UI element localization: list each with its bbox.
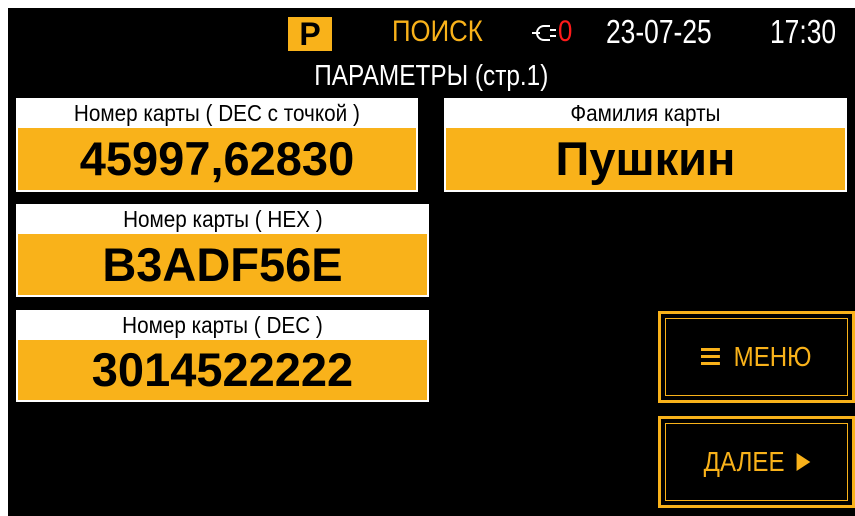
mode-badge: P <box>288 17 332 51</box>
card-surname-value-text: Пушкин <box>555 132 736 185</box>
next-button-content: ДАЛЕЕ <box>703 446 810 478</box>
card-number-hex-field: Номер карты ( HEX ) B3ADF56E <box>16 204 429 297</box>
card-number-dec-dot-value-text: 45997,62830 <box>79 132 355 185</box>
card-number-dec-value-text: 3014522222 <box>91 343 354 396</box>
menu-button-label: МЕНЮ <box>733 341 812 372</box>
card-number-dec-label-text: Номер карты ( DEC ) <box>122 312 323 338</box>
hamburger-icon <box>701 347 721 367</box>
card-number-dec-label: Номер карты ( DEC ) <box>18 312 427 338</box>
card-number-dec-field: Номер карты ( DEC ) 3014522222 <box>16 310 429 402</box>
time-display: 17:30 <box>770 13 837 50</box>
card-number-hex-label: Номер карты ( HEX ) <box>18 206 427 232</box>
usb-count: 0 <box>558 15 573 48</box>
usb-icon <box>532 25 556 41</box>
card-number-dec-value: 3014522222 <box>18 340 427 400</box>
card-number-hex-label-text: Номер карты ( HEX ) <box>122 206 323 232</box>
next-button[interactable]: ДАЛЕЕ <box>658 416 855 508</box>
card-surname-label-text: Фамилия карты <box>570 100 721 126</box>
card-number-dec-dot-field: Номер карты ( DEC с точкой ) 45997,62830 <box>16 98 418 192</box>
page-title-text: ПАРАМЕТРЫ (стр.1) <box>314 60 549 92</box>
date-display: 23-07-25 <box>606 13 712 50</box>
mode-text: ПОИСК <box>392 15 483 48</box>
card-surname-label: Фамилия карты <box>446 100 845 126</box>
device-screen: P ПОИСК 0 23-07-25 17:30 ПАРАМЕТРЫ (стр.… <box>8 8 855 516</box>
card-number-dec-dot-label: Номер карты ( DEC с точкой ) <box>18 100 416 126</box>
menu-button-content: МЕНЮ <box>701 341 812 373</box>
play-arrow-icon <box>796 453 810 471</box>
card-number-hex-value: B3ADF56E <box>18 234 427 295</box>
card-number-dec-dot-value: 45997,62830 <box>18 128 416 190</box>
card-surname-field: Фамилия карты Пушкин <box>444 98 847 192</box>
page-title: ПАРАМЕТРЫ (стр.1) <box>8 58 855 98</box>
next-button-label: ДАЛЕЕ <box>703 446 785 477</box>
menu-button[interactable]: МЕНЮ <box>658 311 855 403</box>
card-number-dec-dot-label-text: Номер карты ( DEC с точкой ) <box>74 100 360 126</box>
card-number-hex-value-text: B3ADF56E <box>102 238 343 291</box>
status-bar: P ПОИСК 0 23-07-25 17:30 <box>8 8 855 58</box>
card-surname-value: Пушкин <box>446 128 845 190</box>
